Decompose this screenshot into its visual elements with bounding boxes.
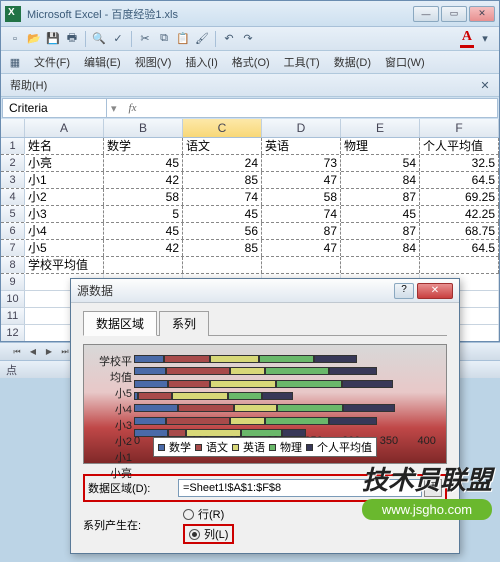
dropdown-icon[interactable]: ▾: [477, 31, 493, 47]
select-all-corner[interactable]: [1, 119, 25, 137]
menu-view[interactable]: 视图(V): [132, 53, 175, 71]
namebox-dropdown-icon[interactable]: ▾: [107, 102, 121, 115]
col-header[interactable]: D: [262, 119, 341, 137]
tab-data-range[interactable]: 数据区域: [83, 311, 157, 336]
menubar: ▦ 文件(F) 编辑(E) 视图(V) 插入(I) 格式(O) 工具(T) 数据…: [1, 51, 499, 74]
col-header[interactable]: C: [183, 119, 262, 137]
radio-label: 列(L): [204, 526, 228, 542]
redo-icon[interactable]: ↷: [240, 31, 256, 47]
tab-series[interactable]: 系列: [159, 311, 209, 336]
quick-toolbar: ▫ 📂 💾 🖶 🔍 ✓ ✂ ⧉ 📋 🖌 ↶ ↷ A ▾: [1, 27, 499, 51]
range-label: 数据区域(D):: [88, 480, 178, 496]
fx-label[interactable]: fx: [121, 102, 145, 114]
menu-format[interactable]: 格式(O): [229, 53, 273, 71]
series-in-row: 系列产生在: 行(R) 列(L): [83, 506, 447, 544]
series-label: 系列产生在:: [83, 517, 173, 533]
spell-icon[interactable]: ✓: [110, 31, 126, 47]
name-box[interactable]: Criteria: [3, 99, 107, 117]
menu-tools[interactable]: 工具(T): [281, 53, 323, 71]
radio-icon: [189, 529, 200, 540]
dialog-help-button[interactable]: ?: [394, 283, 414, 299]
open-icon[interactable]: 📂: [26, 31, 42, 47]
dialog-close-button[interactable]: ✕: [417, 283, 453, 299]
undo-icon[interactable]: ↶: [221, 31, 237, 47]
sheet-nav-first-icon[interactable]: ⏮: [10, 345, 24, 359]
new-icon[interactable]: ▫: [7, 31, 23, 47]
data-range-row: 数据区域(D): ⊞: [83, 474, 447, 502]
column-headers: A B C D E F: [1, 119, 499, 138]
menu-file[interactable]: 文件(F): [31, 53, 73, 71]
radio-label: 行(R): [198, 506, 224, 522]
cut-icon[interactable]: ✂: [137, 31, 153, 47]
chart-preview: 学校平均值小5小4小3小2小1小亮 0501001502002503003504…: [83, 344, 447, 464]
app-menu-icon[interactable]: ▦: [7, 54, 23, 70]
paste-icon[interactable]: 📋: [175, 31, 191, 47]
menu-data[interactable]: 数据(D): [331, 53, 374, 71]
dialog-title: 源数据: [77, 282, 394, 299]
status-text: 点: [6, 362, 17, 378]
font-color-icon[interactable]: A: [460, 29, 474, 48]
col-header[interactable]: F: [420, 119, 499, 137]
format-painter-icon[interactable]: 🖌: [194, 31, 210, 47]
save-icon[interactable]: 💾: [45, 31, 61, 47]
menu-insert[interactable]: 插入(I): [182, 53, 220, 71]
source-data-dialog: 源数据 ? ✕ 数据区域 系列 学校平均值小5小4小3小2小1小亮 050100…: [70, 278, 460, 554]
radio-rows[interactable]: 行(R): [183, 506, 234, 522]
menu-help[interactable]: 帮助(H): [7, 76, 50, 94]
excel-icon: [5, 6, 21, 22]
range-selector-button[interactable]: ⊞: [424, 479, 442, 497]
minimize-button[interactable]: —: [413, 6, 439, 22]
sheet-tabs: ⏮ ◀ ▶ ⏭: [6, 345, 76, 359]
window-title: Microsoft Excel - 百度经验1.xls: [27, 6, 413, 22]
radio-icon: [183, 509, 194, 520]
preview-icon[interactable]: 🔍: [91, 31, 107, 47]
dialog-titlebar: 源数据 ? ✕: [71, 279, 459, 303]
menu-window[interactable]: 窗口(W): [382, 53, 428, 71]
titlebar: Microsoft Excel - 百度经验1.xls — ▭ ✕: [1, 1, 499, 27]
radio-cols[interactable]: 列(L): [183, 524, 234, 544]
sheet-nav-prev-icon[interactable]: ◀: [26, 345, 40, 359]
menubar-row2: 帮助(H) ✕: [1, 74, 499, 97]
close-button[interactable]: ✕: [469, 6, 495, 22]
copy-icon[interactable]: ⧉: [156, 31, 172, 47]
col-header[interactable]: E: [341, 119, 420, 137]
range-input[interactable]: [178, 479, 422, 497]
formula-bar: Criteria ▾ fx: [2, 98, 498, 118]
col-header[interactable]: A: [25, 119, 104, 137]
menu-edit[interactable]: 编辑(E): [81, 53, 124, 71]
doc-close-icon[interactable]: ✕: [477, 77, 493, 93]
col-header[interactable]: B: [104, 119, 183, 137]
print-icon[interactable]: 🖶: [64, 31, 80, 47]
restore-button[interactable]: ▭: [441, 6, 467, 22]
dialog-tabs: 数据区域 系列: [83, 311, 447, 336]
sheet-nav-next-icon[interactable]: ▶: [42, 345, 56, 359]
chart-legend: 数学语文英语物理个人平均值: [153, 437, 377, 457]
